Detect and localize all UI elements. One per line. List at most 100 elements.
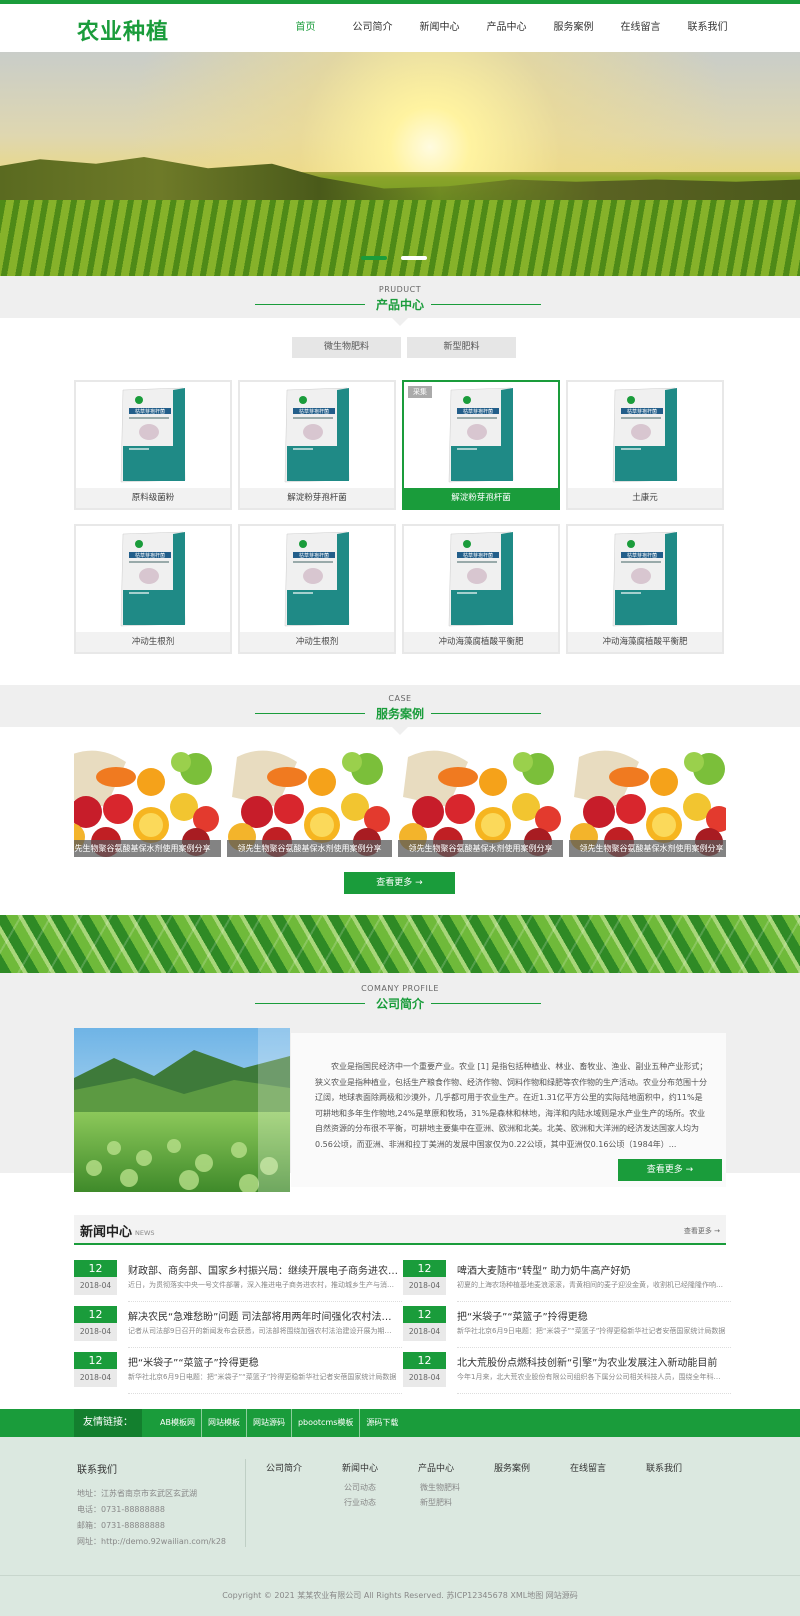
news-title-link[interactable]: 北大荒股份点燃科技创新“引擎”为农业发展注入新动能目前 bbox=[457, 1354, 727, 1369]
friend-link[interactable]: AB模板网 bbox=[160, 1409, 202, 1437]
footer-nav-sublink[interactable]: 新型肥料 bbox=[418, 1495, 494, 1510]
svg-text:枯草芽孢杆菌: 枯草芽孢杆菌 bbox=[299, 408, 329, 415]
footer-nav-column: 产品中心微生物肥料 新型肥料 bbox=[418, 1461, 494, 1510]
news-title-link[interactable]: 啤酒大麦随市“转型” 助力奶牛高产好奶 bbox=[457, 1262, 727, 1277]
nav-item-1[interactable]: 公司简介 bbox=[339, 4, 406, 52]
news-date: 12 2018-04 bbox=[403, 1306, 446, 1341]
main-nav: 首页 公司简介 新闻中心 产品中心 服务案例 在线留言 联系我们 bbox=[272, 4, 741, 52]
product-card[interactable]: 枯草芽孢杆菌 冲动海藻腐植酸平衡肥 bbox=[566, 524, 724, 654]
news-item[interactable]: 12 2018-04 北大荒股份点燃科技创新“引擎”为农业发展注入新动能目前 今年1月… bbox=[403, 1352, 731, 1398]
news-header: 新闻中心 NEWS 查看更多 → bbox=[74, 1215, 726, 1245]
news-title-link[interactable]: 财政部、商务部、国家乡村振兴局：继续开展电子商务进农村综合示范工作 bbox=[128, 1262, 398, 1277]
news-title-link[interactable]: 把“米袋子”“菜篮子”拎得更稳 bbox=[128, 1354, 398, 1369]
cases-more-button[interactable]: 查看更多 → bbox=[344, 872, 455, 894]
news-summary: 今年1月来，北大荒农业股份有限公司组织各下属分公司相关科技人员，围绕全年科技工作 bbox=[457, 1373, 727, 1381]
news-year-month: 2018-04 bbox=[74, 1323, 117, 1341]
news-day: 12 bbox=[403, 1260, 446, 1277]
product-image: 枯草芽孢杆菌 bbox=[76, 526, 230, 632]
case-card[interactable]: 领先生物聚谷氨酸基保水剂使用案例分享 bbox=[74, 747, 221, 857]
product-image: 枯草芽孢杆菌 bbox=[240, 382, 394, 488]
product-image: 枯草芽孢杆菌 bbox=[568, 382, 722, 488]
footer-nav-heading[interactable]: 在线留言 bbox=[570, 1461, 646, 1474]
news-item[interactable]: 122018-04 财政部、商务部、国家乡村振兴局：继续开展电子商务进农村综合示范… bbox=[74, 1260, 402, 1306]
contact-site[interactable]: 网址：http://demo.92wailian.com/k28 bbox=[77, 1534, 226, 1550]
nav-item-3[interactable]: 产品中心 bbox=[473, 4, 540, 52]
footer-contact: 联系我们 地址：江苏省南京市玄武区玄武湖 电话：0731-88888888 邮箱… bbox=[77, 1461, 226, 1550]
cases-carousel: 领先生物聚谷氨酸基保水剂使用案例分享 领先生物聚谷氨酸基保水剂使用案例分享 领先… bbox=[74, 747, 726, 857]
news-date: 12 2018-04 bbox=[74, 1306, 117, 1341]
friend-link[interactable]: 源码下载 bbox=[360, 1409, 404, 1437]
news-title: 新闻中心 bbox=[80, 1225, 133, 1240]
case-card[interactable]: 领先生物聚谷氨酸基保水剂使用案例分享 bbox=[569, 747, 726, 857]
product-name: 土康元 bbox=[568, 488, 722, 508]
product-card[interactable]: 枯草芽孢杆菌 解淀粉芽孢杆菌 bbox=[238, 380, 396, 510]
footer-nav-heading[interactable]: 新闻中心 bbox=[342, 1461, 418, 1474]
product-card[interactable]: 枯草芽孢杆菌 冲动生根剂 bbox=[74, 524, 232, 654]
footer-nav-heading[interactable]: 公司简介 bbox=[266, 1461, 342, 1474]
product-card[interactable]: 枯草芽孢杆菌 原料级菌粉 bbox=[74, 380, 232, 510]
tab-microbial-fertilizer[interactable]: 微生物肥料 bbox=[292, 337, 401, 358]
banner-field bbox=[0, 200, 800, 276]
product-tag: 采集 bbox=[408, 386, 432, 398]
product-image: 枯草芽孢杆菌 bbox=[76, 382, 230, 488]
news-more-link[interactable]: 查看更多 → bbox=[684, 1226, 720, 1236]
product-image: 枯草芽孢杆菌 bbox=[568, 526, 722, 632]
news-column-left: 122018-04财政部、商务部、国家乡村振兴局：继续开展电子商务进农村综合示范… bbox=[74, 1260, 402, 1398]
product-name: 冲动海藻腐植酸平衡肥 bbox=[404, 632, 558, 652]
product-name: 原料级菌粉 bbox=[76, 488, 230, 508]
footer-nav-sublink[interactable]: 行业动态 bbox=[342, 1495, 418, 1510]
news-year-month: 2018-04 bbox=[74, 1369, 117, 1387]
profile-description: 农业是指国民经济中一个重要产业。农业 [1] 是指包括种植业、林业、畜牧业、渔业… bbox=[315, 1062, 708, 1149]
news-summary: 记者从司法部9日召开的新闻发布会获悉，司法部将围绕加强农村法治建设开展为期两年的… bbox=[128, 1327, 398, 1335]
tab-new-fertilizer[interactable]: 新型肥料 bbox=[407, 337, 516, 358]
banner-dot-1[interactable] bbox=[361, 256, 387, 260]
footer-nav-heading[interactable]: 产品中心 bbox=[418, 1461, 494, 1474]
friend-link[interactable]: 网站源码 bbox=[247, 1409, 292, 1437]
profile-more-button[interactable]: 查看更多 → bbox=[618, 1159, 722, 1181]
friend-link[interactable]: pbootcms模板 bbox=[292, 1409, 361, 1437]
contact-email: 邮箱：0731-88888888 bbox=[77, 1521, 165, 1530]
site-header: 农业种植 首页 公司简介 新闻中心 产品中心 服务案例 在线留言 联系我们 bbox=[0, 4, 800, 52]
svg-text:枯草芽孢杆菌: 枯草芽孢杆菌 bbox=[463, 408, 493, 415]
news-item[interactable]: 12 2018-04 把“米袋子”“菜篮子”拎得更稳 新华社北京6月9日电题：把“米袋… bbox=[74, 1352, 402, 1398]
banner-dot-2[interactable] bbox=[401, 256, 427, 260]
product-grid-row-1: 枯草芽孢杆菌 原料级菌粉 枯草芽孢杆菌 解淀粉芽孢杆菌 枯草芽孢杆菌 采集 解淀粉… bbox=[74, 380, 726, 510]
news-item[interactable]: 12 2018-04 啤酒大麦随市“转型” 助力奶牛高产好奶 初夏的上海农场种植基地麦… bbox=[403, 1260, 731, 1306]
svg-text:枯草芽孢杆菌: 枯草芽孢杆菌 bbox=[463, 552, 493, 559]
case-title: 领先生物聚谷氨酸基保水剂使用案例分享 bbox=[74, 840, 221, 857]
nav-item-4[interactable]: 服务案例 bbox=[540, 4, 607, 52]
news-item[interactable]: 12 2018-04 把“米袋子”“菜篮子”拎得更稳 新华社北京6月9日电题：把“米袋… bbox=[403, 1306, 731, 1352]
profile-text-box: 农业是指国民经济中一个重要产业。农业 [1] 是指包括种植业、林业、畜牧业、渔业… bbox=[291, 1033, 726, 1187]
product-card[interactable]: 枯草芽孢杆菌 采集 解淀粉芽孢杆菌 bbox=[402, 380, 560, 510]
product-card[interactable]: 枯草芽孢杆菌 冲动海藻腐植酸平衡肥 bbox=[402, 524, 560, 654]
nav-item-6[interactable]: 联系我们 bbox=[674, 4, 741, 52]
case-card[interactable]: 领先生物聚谷氨酸基保水剂使用案例分享 bbox=[227, 747, 392, 857]
news-title-link[interactable]: 把“米袋子”“菜篮子”拎得更稳 bbox=[457, 1308, 727, 1323]
footer-nav-column: 服务案例 bbox=[494, 1461, 570, 1510]
svg-text:枯草芽孢杆菌: 枯草芽孢杆菌 bbox=[299, 552, 329, 559]
nav-item-5[interactable]: 在线留言 bbox=[607, 4, 674, 52]
friend-links-label: 友情链接： bbox=[74, 1409, 142, 1437]
footer-nav-heading[interactable]: 联系我们 bbox=[646, 1461, 722, 1474]
case-card[interactable]: 领先生物聚谷氨酸基保水剂使用案例分享 bbox=[398, 747, 563, 857]
header-pointer bbox=[392, 318, 408, 326]
nav-item-2[interactable]: 新闻中心 bbox=[406, 4, 473, 52]
nav-item-0[interactable]: 首页 bbox=[272, 4, 339, 52]
product-card[interactable]: 枯草芽孢杆菌 冲动生根剂 bbox=[238, 524, 396, 654]
news-day: 12 bbox=[403, 1352, 446, 1369]
site-logo[interactable]: 农业种植 bbox=[77, 14, 169, 46]
friend-link[interactable]: 网站模板 bbox=[202, 1409, 247, 1437]
footer-nav-sublink[interactable]: 公司动态 bbox=[342, 1480, 418, 1495]
news-item[interactable]: 12 2018-04 解决农民“急难愁盼”问题 司法部将用两年时间强化农村法治建设记… bbox=[74, 1306, 402, 1352]
products-section-header: PRUDUCT 产品中心 bbox=[0, 276, 800, 326]
profile-image bbox=[74, 1028, 290, 1192]
news-summary: 近日，为贯彻落实中央一号文件部署，深入推进电子商务进农村，推动城乡生产与消费有效… bbox=[128, 1281, 398, 1289]
footer-nav-sublink[interactable]: 微生物肥料 bbox=[418, 1480, 494, 1495]
footer-nav-heading[interactable]: 服务案例 bbox=[494, 1461, 570, 1474]
news-day: 12 bbox=[74, 1260, 117, 1277]
title-line-right bbox=[431, 1003, 541, 1004]
profile-section-header: COMANY PROFILE 公司简介 bbox=[0, 975, 800, 1017]
aerial-field-banner bbox=[0, 915, 800, 973]
news-title-link[interactable]: 解决农民“急难愁盼”问题 司法部将用两年时间强化农村法治建设 bbox=[128, 1308, 398, 1323]
product-card[interactable]: 枯草芽孢杆菌 土康元 bbox=[566, 380, 724, 510]
